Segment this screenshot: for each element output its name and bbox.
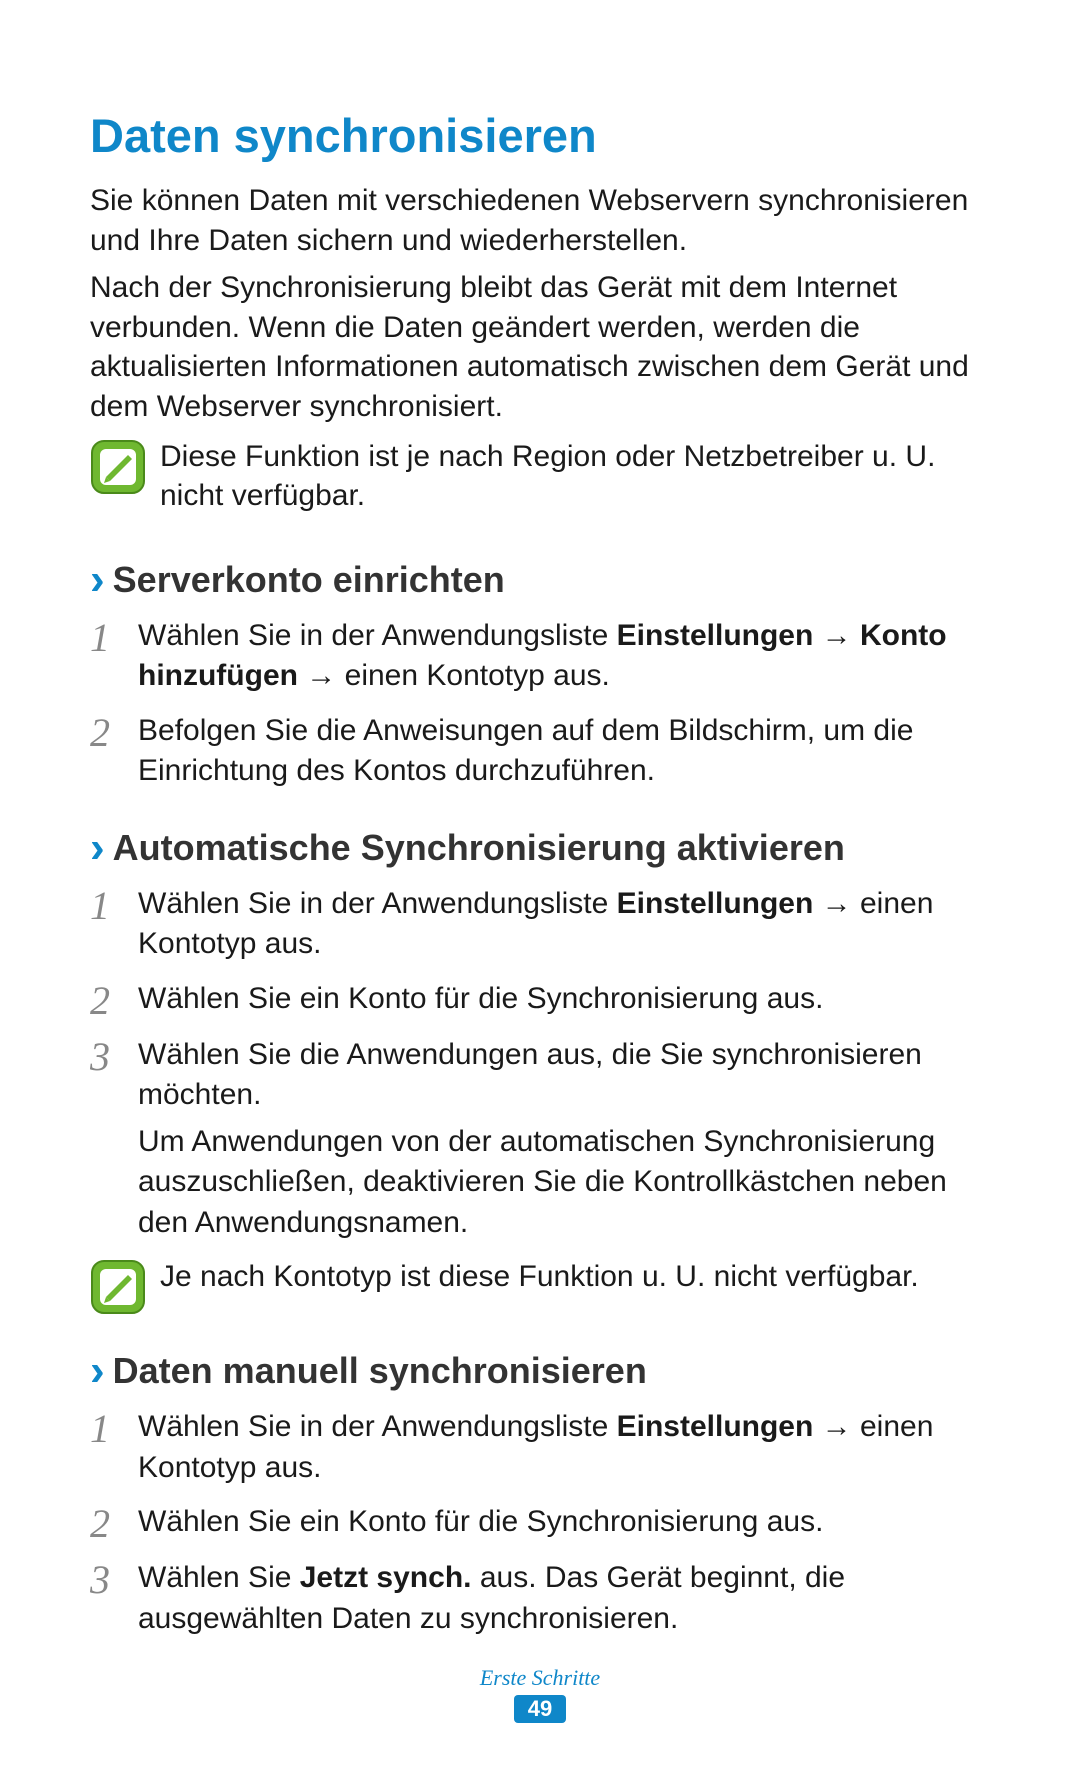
step-row: 3 Wählen Sie Jetzt synch. aus. Das Gerät… [90,1558,990,1639]
intro-paragraph-1: Sie können Daten mit verschiedenen Webse… [90,181,990,260]
step-text: Wählen Sie ein Konto für die Synchronisi… [138,1502,990,1543]
step-row: 3 Wählen Sie die Anwendungen aus, die Si… [90,1035,990,1244]
note-block: Je nach Kontotyp ist diese Funktion u. U… [90,1257,990,1315]
step-row: 2 Wählen Sie ein Konto für die Synchroni… [90,1502,990,1544]
chevron-icon: › [90,1349,105,1393]
step-text: Wählen Sie in der Anwendungsliste Einste… [138,616,990,697]
step-text: Befolgen Sie die Anweisungen auf dem Bil… [138,711,990,792]
step-text: Wählen Sie in der Anwendungsliste Einste… [138,884,990,965]
step-text: Wählen Sie Jetzt synch. aus. Das Gerät b… [138,1558,990,1639]
step-number: 3 [90,1035,138,1077]
note-icon [90,439,146,495]
step-number: 1 [90,884,138,926]
section-heading-serverkonto: › Serverkonto einrichten [90,558,990,602]
step-number: 1 [90,616,138,658]
note-block: Diese Funktion ist je nach Region oder N… [90,437,990,516]
page-number-badge: 49 [514,1695,566,1723]
section-title: Automatische Synchronisierung aktivieren [113,827,845,869]
page-footer: Erste Schritte 49 [0,1665,1080,1723]
section-title: Daten manuell synchronisieren [113,1350,647,1392]
page-title: Daten synchronisieren [90,108,990,163]
step-row: 1 Wählen Sie in der Anwendungsliste Eins… [90,1407,990,1488]
step-row: 2 Wählen Sie ein Konto für die Synchroni… [90,979,990,1021]
step-row: 2 Befolgen Sie die Anweisungen auf dem B… [90,711,990,792]
chevron-icon: › [90,826,105,870]
chevron-icon: › [90,558,105,602]
step-number: 2 [90,711,138,753]
note-text: Diese Funktion ist je nach Region oder N… [160,437,990,516]
step-row: 1 Wählen Sie in der Anwendungsliste Eins… [90,884,990,965]
section-title: Serverkonto einrichten [113,559,505,601]
step-number: 2 [90,979,138,1021]
step-text: Wählen Sie ein Konto für die Synchronisi… [138,979,990,1020]
footer-section-label: Erste Schritte [0,1665,1080,1691]
step-number: 1 [90,1407,138,1449]
step-number: 2 [90,1502,138,1544]
note-text: Je nach Kontotyp ist diese Funktion u. U… [160,1257,919,1297]
note-icon [90,1259,146,1315]
section-heading-auto-sync: › Automatische Synchronisierung aktivier… [90,826,990,870]
section-heading-manual-sync: › Daten manuell synchronisieren [90,1349,990,1393]
intro-paragraph-2: Nach der Synchronisierung bleibt das Ger… [90,268,990,426]
step-row: 1 Wählen Sie in der Anwendungsliste Eins… [90,616,990,697]
step-text: Wählen Sie in der Anwendungsliste Einste… [138,1407,990,1488]
step-text: Wählen Sie die Anwendungen aus, die Sie … [138,1035,990,1244]
step-number: 3 [90,1558,138,1600]
